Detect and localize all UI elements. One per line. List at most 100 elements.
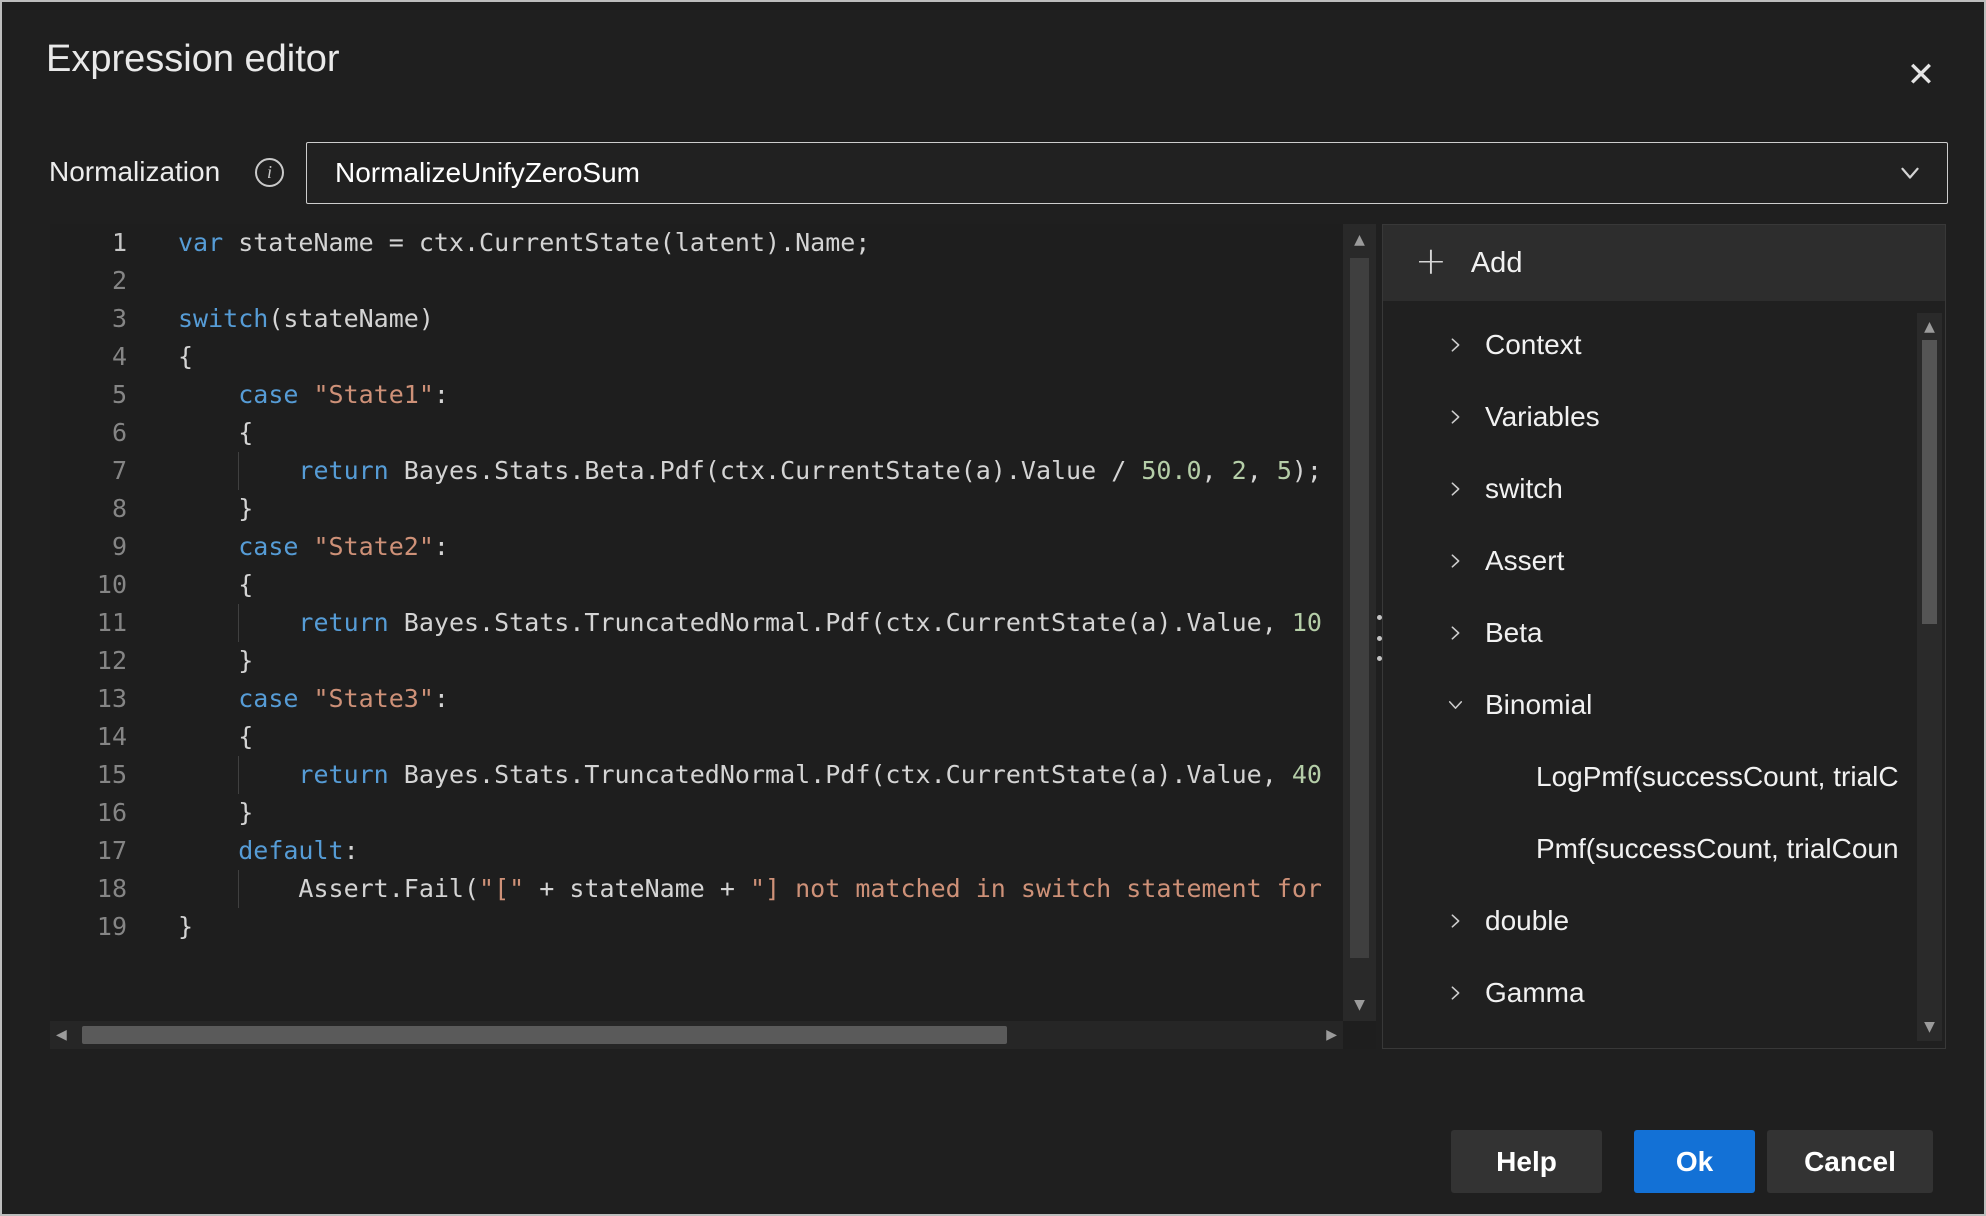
function-tree: Context Variables switch Assert Beta Binomial… (1383, 309, 1918, 1046)
code-line[interactable]: 7 return Bayes.Stats.Beta.Pdf(ctx.Curren… (50, 452, 1343, 490)
chevron-right-icon[interactable] (1445, 335, 1466, 356)
scroll-left-icon[interactable]: ◀ (56, 1028, 67, 1042)
code-text: } (178, 912, 194, 941)
code-line[interactable]: 1 var stateName = ctx.CurrentState(latent… (50, 224, 1343, 262)
tree-item-logpmf-successcount-trialc[interactable]: LogPmf(successCount, trialC (1383, 741, 1918, 813)
line-number: 16 (96, 798, 127, 827)
chevron-right-icon[interactable] (1445, 983, 1466, 1004)
code-line[interactable]: 11 return Bayes.Stats.TruncatedNormal.Pd… (50, 604, 1343, 642)
tree-item-label: Assert (1485, 545, 1565, 576)
code-line[interactable]: 8 } (50, 490, 1343, 528)
code-text: { (178, 722, 254, 751)
code-line[interactable]: 14 { (50, 718, 1343, 756)
ok-button[interactable]: Ok (1634, 1130, 1755, 1193)
code-text: return Bayes.Stats.TruncatedNormal.Pdf(c… (298, 760, 1322, 789)
code-text: } (178, 646, 254, 675)
panel-scrollbar[interactable]: ▲ ▼ (1917, 313, 1942, 1041)
scroll-down-icon[interactable]: ▼ (1917, 1020, 1942, 1034)
kebab-dot (1376, 635, 1382, 641)
code-line[interactable]: 18 Assert.Fail("[" + stateName + "] not … (50, 870, 1343, 908)
code-line[interactable]: 19} (50, 908, 1343, 946)
tree-item-label: Binomial (1485, 689, 1593, 720)
panel-scroll-thumb[interactable] (1922, 340, 1937, 624)
line-number: 2 (111, 266, 127, 295)
editor-vertical-scrollbar[interactable]: ▲ ▼ (1343, 224, 1376, 1021)
scroll-up-icon[interactable]: ▲ (1343, 233, 1376, 247)
add-button[interactable]: + Add (1383, 225, 1945, 301)
chevron-right-icon[interactable] (1445, 911, 1466, 932)
code-text: case "State1": (238, 380, 449, 409)
line-number: 19 (96, 912, 127, 941)
chevron-right-icon[interactable] (1445, 623, 1466, 644)
line-number: 9 (111, 532, 127, 561)
close-button[interactable]: ✕ (1894, 48, 1948, 102)
normalization-label: Normalization (49, 156, 221, 187)
code-text: } (178, 494, 254, 523)
info-icon[interactable]: i (255, 158, 284, 187)
close-icon: ✕ (1906, 55, 1936, 95)
line-number: 1 (111, 228, 127, 257)
tree-item-binomial[interactable]: Binomial (1383, 669, 1918, 741)
scroll-up-icon[interactable]: ▲ (1917, 320, 1942, 334)
chevron-down-icon[interactable] (1445, 695, 1466, 716)
tree-item-label: Gamma (1485, 977, 1585, 1008)
cancel-button[interactable]: Cancel (1767, 1130, 1933, 1193)
kebab-dot (1376, 656, 1382, 661)
tree-item-label: double (1485, 905, 1570, 936)
code-text: { (178, 418, 254, 447)
vertical-scroll-thumb[interactable] (1350, 258, 1369, 958)
tree-item-label: Variables (1485, 401, 1600, 432)
code-text: { (178, 570, 254, 599)
code-text: var stateName = ctx.CurrentState(latent)… (178, 228, 871, 257)
line-number: 3 (111, 304, 127, 333)
scroll-right-icon[interactable]: ▶ (1326, 1028, 1337, 1042)
scroll-down-icon[interactable]: ▼ (1343, 998, 1376, 1012)
editor-horizontal-scrollbar[interactable]: ◀ ▶ (50, 1021, 1343, 1049)
tree-item-pmf-successcount-trialcoun[interactable]: Pmf(successCount, trialCoun (1383, 813, 1918, 885)
tree-item-label: LogPmf(successCount, trialC (1536, 761, 1899, 792)
dropdown-value: NormalizeUnifyZeroSum (335, 157, 640, 188)
line-number: 4 (111, 342, 127, 371)
help-button[interactable]: Help (1451, 1130, 1602, 1193)
code-text: case "State2": (238, 532, 449, 561)
code-line[interactable]: 6 { (50, 414, 1343, 452)
code-line[interactable]: 9 case "State2": (50, 528, 1343, 566)
tree-item-gamma[interactable]: Gamma (1383, 957, 1918, 1029)
code-line[interactable]: 13 case "State3": (50, 680, 1343, 718)
chevron-right-icon[interactable] (1445, 551, 1466, 572)
line-number: 11 (96, 608, 127, 637)
tree-item-beta[interactable]: Beta (1383, 597, 1918, 669)
horizontal-scroll-thumb[interactable] (82, 1026, 1007, 1044)
tree-item-assert[interactable]: Assert (1383, 525, 1918, 597)
code-viewport[interactable]: 1 var stateName = ctx.CurrentState(latent… (50, 224, 1343, 1021)
plus-icon: + (1415, 239, 1447, 283)
line-number: 14 (96, 722, 127, 751)
normalization-dropdown[interactable]: NormalizeUnifyZeroSum (306, 142, 1948, 204)
kebab-dot (1376, 615, 1382, 620)
code-line[interactable]: 17 default: (50, 832, 1343, 870)
chevron-right-icon[interactable] (1445, 407, 1466, 428)
code-text: default: (238, 836, 359, 865)
tree-item-context[interactable]: Context (1383, 309, 1918, 381)
line-number: 10 (96, 570, 127, 599)
chevron-right-icon[interactable] (1445, 479, 1466, 500)
expression-editor-dialog: Expression editor ✕ Normalization i Norm… (0, 0, 1986, 1216)
code-text: } (178, 798, 254, 827)
info-icon-glyph: i (266, 162, 272, 182)
code-line[interactable]: 15 return Bayes.Stats.TruncatedNormal.Pd… (50, 756, 1343, 794)
tree-item-double[interactable]: double (1383, 885, 1918, 957)
code-line[interactable]: 12 } (50, 642, 1343, 680)
tree-item-variables[interactable]: Variables (1383, 381, 1918, 453)
code-line[interactable]: 10 { (50, 566, 1343, 604)
tree-item-switch[interactable]: switch (1383, 453, 1918, 525)
code-line[interactable]: 2 (50, 262, 1343, 300)
function-panel: + Add Context Variables switch Assert Beta Bi… (1382, 224, 1946, 1049)
line-number: 13 (96, 684, 127, 713)
code-line[interactable]: 4{ (50, 338, 1343, 376)
code-line[interactable]: 5 case "State1": (50, 376, 1343, 414)
line-number: 18 (96, 874, 127, 903)
code-line[interactable]: 16 } (50, 794, 1343, 832)
code-editor[interactable]: 1 var stateName = ctx.CurrentState(latent… (50, 224, 1376, 1049)
tree-item-label: Context (1485, 329, 1582, 360)
code-line[interactable]: 3 switch(stateName) (50, 300, 1343, 338)
